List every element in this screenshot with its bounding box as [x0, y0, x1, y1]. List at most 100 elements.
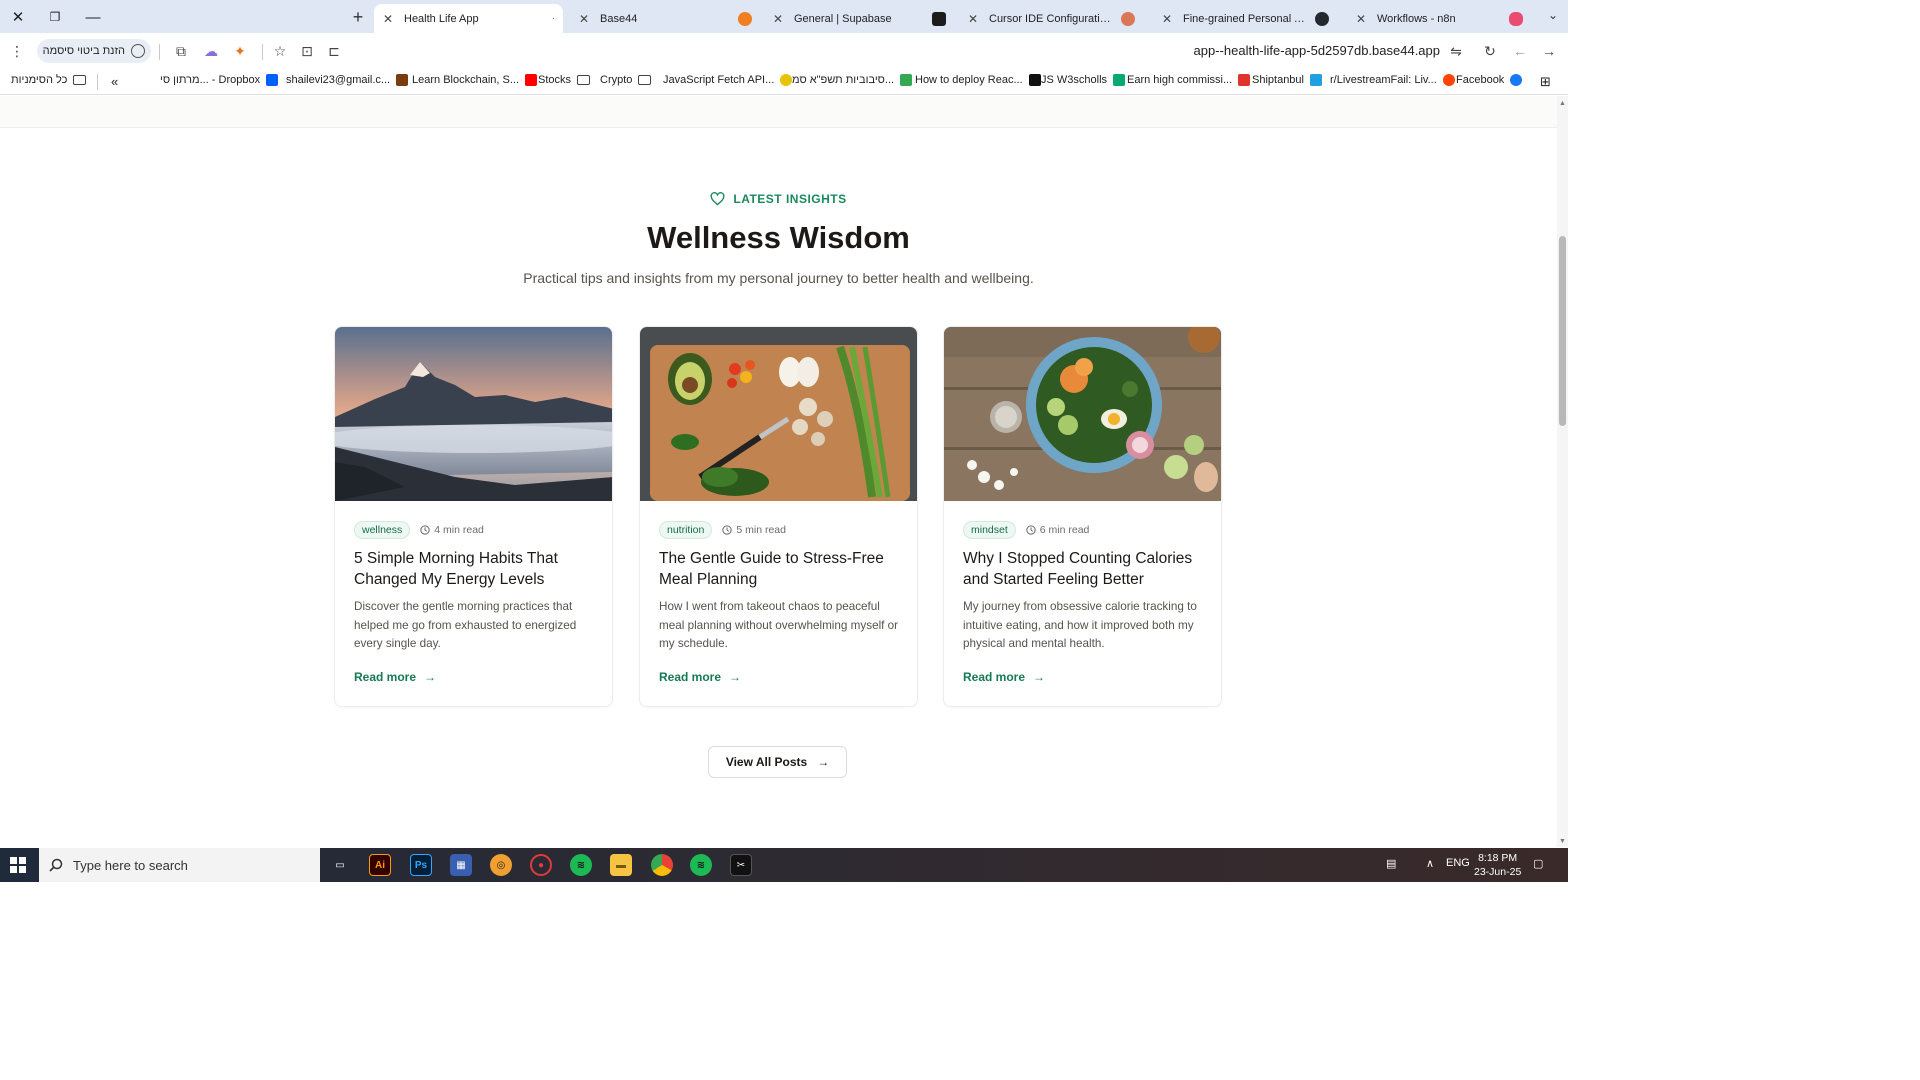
- windows-start-icon[interactable]: [10, 857, 26, 873]
- tab-close-icon[interactable]: ✕: [967, 12, 979, 26]
- record-icon[interactable]: ●: [530, 854, 552, 876]
- translate-icon[interactable]: ⊡: [298, 42, 316, 60]
- file-explorer-icon[interactable]: ▬: [610, 854, 632, 876]
- spotify-icon[interactable]: ≋: [690, 854, 712, 876]
- read-more-link[interactable]: Read more →: [963, 670, 1045, 684]
- page-top-band: [0, 96, 1557, 128]
- post-excerpt: How I went from takeout chaos to peacefu…: [659, 600, 899, 650]
- tab-health-life-app[interactable]: ✕ Health Life App ·: [374, 4, 563, 33]
- post-title[interactable]: Why I Stopped Counting Calories and Star…: [963, 548, 1208, 590]
- bookmark-w3schools[interactable]: JS W3scholls: [1041, 74, 1126, 86]
- read-more-link[interactable]: Read more →: [659, 670, 741, 684]
- minimize-window-icon[interactable]: —: [82, 6, 104, 28]
- tab-label: Health Life App: [404, 12, 479, 25]
- bookmark-gmail[interactable]: shailevi23@gmail.c...: [286, 74, 409, 86]
- all-bookmarks-folder[interactable]: כל הסימניות: [11, 74, 87, 86]
- tab-close-icon[interactable]: ✕: [578, 12, 590, 26]
- scroll-up-icon[interactable]: ▲: [1559, 100, 1566, 107]
- bookmark-crypto[interactable]: Crypto: [600, 74, 652, 86]
- bookmark-star-icon[interactable]: ☆: [271, 42, 289, 60]
- page-scrollbar[interactable]: ▲ ▼: [1557, 96, 1568, 847]
- bookmark-label: How to deploy Reac...: [915, 74, 1023, 86]
- tab-github-token[interactable]: ✕ Fine-grained Personal Access To: [1153, 4, 1337, 33]
- read-more-label: Read more: [354, 670, 417, 684]
- w3schools-icon: [1113, 74, 1126, 86]
- vlc-icon[interactable]: ◎: [490, 854, 512, 876]
- chrome-icon[interactable]: [651, 854, 673, 876]
- tab-close-icon[interactable]: ✕: [1161, 12, 1173, 26]
- bookmark-deploy-react[interactable]: How to deploy Reac...: [915, 74, 1041, 86]
- bookmark-hebrew-doc[interactable]: סיבוביות תשפ"א סמ...: [792, 74, 913, 86]
- restore-window-icon[interactable]: ❐: [44, 6, 66, 28]
- bookmark-js-fetch[interactable]: JavaScript Fetch API...: [663, 74, 793, 86]
- bookmark-earn-commission[interactable]: Earn high commissi...: [1127, 74, 1251, 86]
- category-tag[interactable]: mindset: [963, 521, 1016, 539]
- mountain-sunrise-image: [335, 327, 612, 501]
- bookmark-learn-blockchain[interactable]: Learn Blockchain, S...: [412, 74, 538, 86]
- address-bar-url[interactable]: app--health-life-app-5d2597db.base44.app: [1194, 43, 1440, 58]
- tab-base44[interactable]: ✕ Base44: [570, 4, 760, 33]
- keyboard-tray-icon[interactable]: ▤: [1386, 857, 1396, 870]
- close-window-icon[interactable]: ✕: [7, 6, 29, 28]
- tab-close-icon[interactable]: ✕: [1355, 12, 1367, 26]
- post-title[interactable]: 5 Simple Morning Habits That Changed My …: [354, 548, 599, 590]
- cast-icon[interactable]: ⊏: [325, 42, 343, 60]
- post-meta: nutrition 5 min read: [659, 521, 786, 539]
- tab-search-chevron-icon[interactable]: ⌄: [1548, 8, 1558, 22]
- new-tab-button[interactable]: +: [347, 6, 369, 28]
- gmail-icon: [396, 74, 409, 86]
- bookmark-label: JS W3scholls: [1041, 74, 1108, 86]
- blog-card[interactable]: mindset 6 min read Why I Stopped Countin…: [943, 326, 1222, 707]
- read-more-link[interactable]: Read more →: [354, 670, 436, 684]
- arrow-right-icon: →: [817, 755, 830, 769]
- apps-grid-icon[interactable]: ⊞: [1540, 74, 1551, 90]
- password-passphrase-chip[interactable]: הזנת ביטוי סיסמה: [37, 39, 151, 63]
- language-indicator[interactable]: ENG: [1446, 857, 1470, 869]
- category-tag[interactable]: nutrition: [659, 521, 713, 539]
- bookmark-shiptanbul[interactable]: Shiptanbul: [1252, 74, 1322, 86]
- forward-arrow-icon[interactable]: →: [1540, 42, 1558, 60]
- tab-n8n[interactable]: ✕ Workflows - n8n: [1347, 4, 1531, 33]
- bookmark-facebook[interactable]: Facebook: [1456, 74, 1523, 86]
- illustrator-icon[interactable]: Ai: [369, 854, 391, 876]
- post-title[interactable]: The Gentle Guide to Stress-Free Meal Pla…: [659, 548, 904, 590]
- metamask-fox-icon[interactable]: ✦: [231, 42, 249, 60]
- dropbox-icon: [266, 74, 279, 86]
- notifications-icon[interactable]: ▢: [1533, 857, 1543, 870]
- read-more-label: Read more: [963, 670, 1026, 684]
- category-tag[interactable]: wellness: [354, 521, 411, 539]
- tab-supabase[interactable]: ✕ General | Supabase: [764, 4, 954, 33]
- blog-card[interactable]: nutrition 5 min read The Gentle Guide to…: [639, 326, 918, 707]
- tab-close-icon[interactable]: ✕: [382, 12, 394, 26]
- bookmarks-overflow-icon[interactable]: «: [111, 74, 118, 89]
- bookmark-label: סיבוביות תשפ"א סמ...: [792, 74, 895, 86]
- back-arrow-icon[interactable]: ←: [1511, 42, 1529, 60]
- read-time: 4 min read: [420, 524, 484, 536]
- scrollbar-thumb[interactable]: [1559, 236, 1566, 426]
- bookmark-stocks[interactable]: Stocks: [538, 74, 591, 86]
- capcut-icon[interactable]: ✂: [730, 854, 752, 876]
- view-all-posts-button[interactable]: View All Posts →: [708, 746, 847, 778]
- photoshop-icon[interactable]: Ps: [410, 854, 432, 876]
- system-clock[interactable]: 8:18 PM 23-Jun-25: [1474, 851, 1521, 879]
- show-hidden-icons-icon[interactable]: ∧: [1426, 857, 1434, 870]
- scroll-down-icon[interactable]: ▼: [1559, 838, 1566, 845]
- bookmark-livestreamfail[interactable]: r/LivestreamFail: Liv...: [1330, 74, 1455, 86]
- menu-kebab-icon[interactable]: ⋮: [8, 42, 26, 60]
- bookmark-dropbox[interactable]: מרתון סי... - Dropbox: [160, 74, 279, 86]
- reload-icon[interactable]: ↻: [1481, 42, 1499, 60]
- extension-cloud-icon[interactable]: ☁: [202, 42, 220, 60]
- blog-card[interactable]: wellness 4 min read 5 Simple Morning Hab…: [334, 326, 613, 707]
- site-settings-icon[interactable]: ⇋: [1447, 42, 1465, 60]
- read-time-label: 6 min read: [1039, 524, 1090, 536]
- taskbar-search[interactable]: Type here to search: [39, 848, 320, 882]
- clock-icon: [420, 525, 430, 535]
- tab-close-icon[interactable]: ✕: [772, 12, 784, 26]
- spotify-icon[interactable]: ≋: [570, 854, 592, 876]
- extensions-puzzle-icon[interactable]: ⧉: [172, 42, 190, 60]
- calculator-icon[interactable]: ▦: [450, 854, 472, 876]
- tab-label: General | Supabase: [794, 12, 892, 25]
- tab-cursor-guide[interactable]: ✕ Cursor IDE Configuration Guide: [959, 4, 1143, 33]
- search-placeholder: Type here to search: [73, 857, 188, 873]
- task-view-icon[interactable]: ▭: [329, 854, 351, 876]
